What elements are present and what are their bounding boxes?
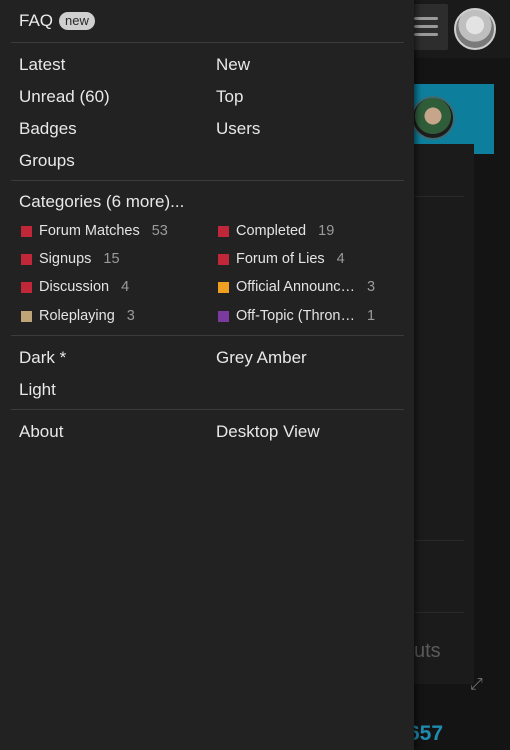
category-count: 15 (103, 251, 120, 267)
category-name: Forum of Lies (236, 251, 325, 267)
category-name: Discussion (39, 279, 110, 295)
category-roleplaying[interactable]: Roleplaying 3 (21, 308, 135, 324)
partial-heading: uts (414, 640, 441, 662)
theme-grey-amber[interactable]: Grey Amber (216, 348, 307, 368)
desktop-view-link[interactable]: Desktop View (216, 422, 320, 442)
category-signups[interactable]: Signups 15 (21, 251, 120, 267)
category-color-swatch (218, 225, 229, 237)
categories-link[interactable]: Categories (6 more)... (19, 192, 184, 212)
expand-icon[interactable]: ⤢ (470, 676, 483, 694)
category-count: 1 (367, 308, 376, 324)
category-color-swatch (218, 253, 229, 265)
user-avatar[interactable] (454, 8, 496, 50)
category-color-swatch (21, 253, 32, 265)
category-color-swatch (21, 225, 32, 237)
faq-label: FAQ (19, 11, 54, 30)
users-link[interactable]: Users (216, 119, 260, 139)
groups-link[interactable]: Groups (19, 151, 75, 171)
divider (11, 42, 404, 43)
content-panel (404, 144, 474, 684)
new-link[interactable]: New (216, 55, 250, 75)
category-name: Completed (236, 223, 307, 239)
theme-light[interactable]: Light (19, 380, 56, 400)
category-count: 3 (126, 308, 135, 324)
about-link[interactable]: About (19, 422, 63, 442)
unread-link[interactable]: Unread (60) (19, 87, 110, 107)
category-completed[interactable]: Completed 19 (218, 223, 334, 239)
latest-link[interactable]: Latest (19, 55, 65, 75)
category-name: Official Announc… (236, 279, 356, 295)
divider (11, 335, 404, 336)
theme-dark[interactable]: Dark * (19, 348, 66, 368)
category-official-announcements[interactable]: Official Announc… 3 (218, 279, 375, 295)
divider (11, 180, 404, 181)
category-count: 19 (318, 223, 335, 239)
category-color-swatch (21, 310, 32, 322)
top-link[interactable]: Top (216, 87, 243, 107)
category-forum-matches[interactable]: Forum Matches 53 (21, 223, 168, 239)
divider (11, 409, 404, 410)
category-off-topic[interactable]: Off-Topic (Thron… 1 (218, 308, 375, 324)
category-name: Forum Matches (39, 223, 140, 239)
category-discussion[interactable]: Discussion 4 (21, 279, 129, 295)
faq-link[interactable]: FAQ new (19, 11, 95, 31)
category-name: Roleplaying (39, 308, 115, 324)
hamburger-menu-panel: FAQ new Latest New Unread (60) Top Badge… (0, 0, 414, 750)
new-badge: new (59, 12, 95, 30)
category-color-swatch (21, 281, 32, 293)
category-forum-of-lies[interactable]: Forum of Lies 4 (218, 251, 345, 267)
category-color-swatch (218, 310, 229, 322)
category-count: 3 (367, 279, 376, 295)
category-color-swatch (218, 281, 229, 293)
category-name: Off-Topic (Thron… (236, 308, 355, 324)
poster-avatar[interactable] (411, 96, 455, 140)
category-count: 53 (151, 223, 168, 239)
category-count: 4 (336, 251, 345, 267)
badges-link[interactable]: Badges (19, 119, 77, 139)
category-count: 4 (121, 279, 130, 295)
category-name: Signups (39, 251, 92, 267)
